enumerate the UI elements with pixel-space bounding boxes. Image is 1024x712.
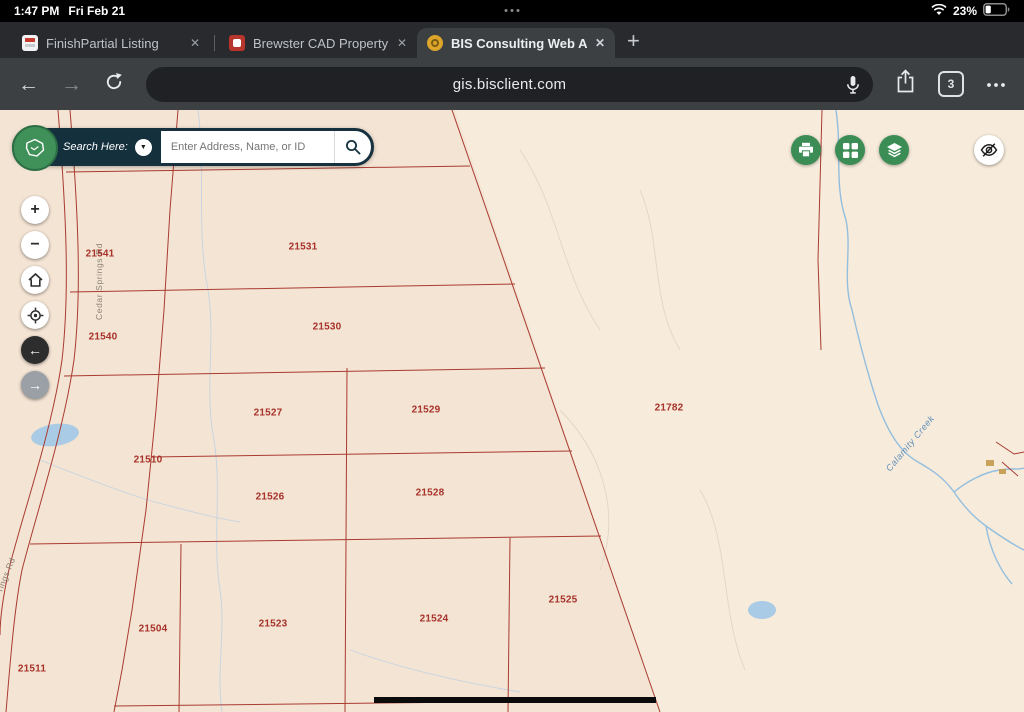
- parcel-label: 21531: [289, 242, 318, 253]
- wifi-icon: [931, 4, 947, 19]
- battery-icon: [983, 3, 1010, 19]
- share-icon[interactable]: [895, 69, 916, 99]
- previous-extent-button[interactable]: ←: [21, 336, 49, 364]
- status-bar: 1:47 PM Fri Feb 21 23%: [0, 0, 1024, 22]
- scale-bar: [374, 697, 656, 703]
- close-tab-icon[interactable]: ✕: [595, 36, 605, 50]
- county-logo: [12, 125, 58, 171]
- layers-icon: [886, 142, 903, 158]
- tab-strip: FinishPartial Listing ✕ Brewster CAD Pro…: [0, 22, 1024, 58]
- new-tab-button[interactable]: +: [627, 28, 640, 54]
- parcel-label: 21540: [89, 332, 118, 343]
- map-control-stack: + − ← →: [21, 196, 49, 399]
- search-submit-button[interactable]: [334, 131, 371, 163]
- tab-separator: [214, 35, 215, 51]
- tab-title: FinishPartial Listing: [46, 36, 182, 51]
- address-bar[interactable]: gis.bisclient.com: [146, 67, 873, 102]
- tab-finishpartial-listing[interactable]: FinishPartial Listing ✕: [12, 28, 210, 58]
- map-search-bar[interactable]: Search Here: ▼: [12, 128, 374, 166]
- date: Fri Feb 21: [68, 4, 125, 18]
- parcel-label: 21523: [259, 619, 288, 630]
- voice-search-icon[interactable]: [846, 75, 860, 99]
- close-tab-icon[interactable]: ✕: [397, 36, 407, 50]
- battery-percent: 23%: [953, 4, 977, 18]
- parcel-label: 21524: [420, 614, 449, 625]
- apps-grid-button[interactable]: [835, 135, 865, 165]
- parcel-label: 21504: [139, 624, 168, 635]
- creek-label: Calamity Creek: [884, 413, 937, 473]
- layers-button[interactable]: [879, 135, 909, 165]
- search-label: Search Here:: [63, 141, 128, 153]
- eye-off-icon: [980, 142, 998, 158]
- home-icon: [28, 273, 43, 287]
- gis-map[interactable]: Cedar Springs Rd rings Rd Calamity Creek…: [0, 110, 1024, 712]
- search-scope-dropdown[interactable]: ▼: [135, 139, 152, 156]
- tab-brewster-cad[interactable]: Brewster CAD Property ✕: [219, 28, 417, 58]
- parcel-label: 21510: [134, 455, 163, 466]
- close-tab-icon[interactable]: ✕: [190, 36, 200, 50]
- tab-title: BIS Consulting Web Ap: [451, 36, 587, 51]
- zoom-in-button[interactable]: +: [21, 196, 49, 224]
- print-button[interactable]: [791, 135, 821, 165]
- toggle-visibility-button[interactable]: [974, 135, 1004, 165]
- zoom-out-button[interactable]: −: [21, 231, 49, 259]
- tab1-favicon: [22, 35, 38, 51]
- multitask-dots-icon: [505, 9, 520, 12]
- tab2-favicon: [229, 35, 245, 51]
- search-icon: [345, 139, 361, 155]
- browser-toolbar: ← → gis.bisclient.com 3: [0, 58, 1024, 110]
- home-extent-button[interactable]: [21, 266, 49, 294]
- map-action-buttons: [791, 135, 909, 165]
- tab-bis-consulting-active[interactable]: BIS Consulting Web Ap ✕: [417, 28, 615, 58]
- parcel-label: 21528: [416, 488, 445, 499]
- grid-icon: [843, 143, 858, 158]
- clock: 1:47 PM: [14, 4, 59, 18]
- reload-button[interactable]: [104, 72, 124, 97]
- tab-switcher-button[interactable]: 3: [938, 71, 964, 97]
- url-text: gis.bisclient.com: [453, 76, 566, 93]
- parcel-label: 21541: [86, 249, 115, 260]
- tab3-favicon: [427, 35, 443, 51]
- more-menu-icon[interactable]: [986, 75, 1006, 93]
- parcel-label: 21526: [256, 492, 285, 503]
- browser-back-button[interactable]: ←: [18, 74, 39, 95]
- my-location-button[interactable]: [21, 301, 49, 329]
- locate-icon: [27, 307, 44, 324]
- next-extent-button[interactable]: →: [21, 371, 49, 399]
- search-input[interactable]: [161, 141, 334, 153]
- browser-forward-button[interactable]: →: [61, 74, 82, 95]
- parcel-label: 21511: [18, 664, 46, 675]
- map-canvas[interactable]: Cedar Springs Rd rings Rd Calamity Creek: [0, 110, 1024, 712]
- parcel-label: 21782: [655, 403, 684, 414]
- tab-title: Brewster CAD Property: [253, 36, 389, 51]
- parcel-label: 21527: [254, 408, 283, 419]
- parcel-label: 21530: [313, 322, 342, 333]
- parcel-label: 21529: [412, 405, 441, 416]
- print-icon: [798, 142, 814, 158]
- parcel-label: 21525: [549, 595, 578, 606]
